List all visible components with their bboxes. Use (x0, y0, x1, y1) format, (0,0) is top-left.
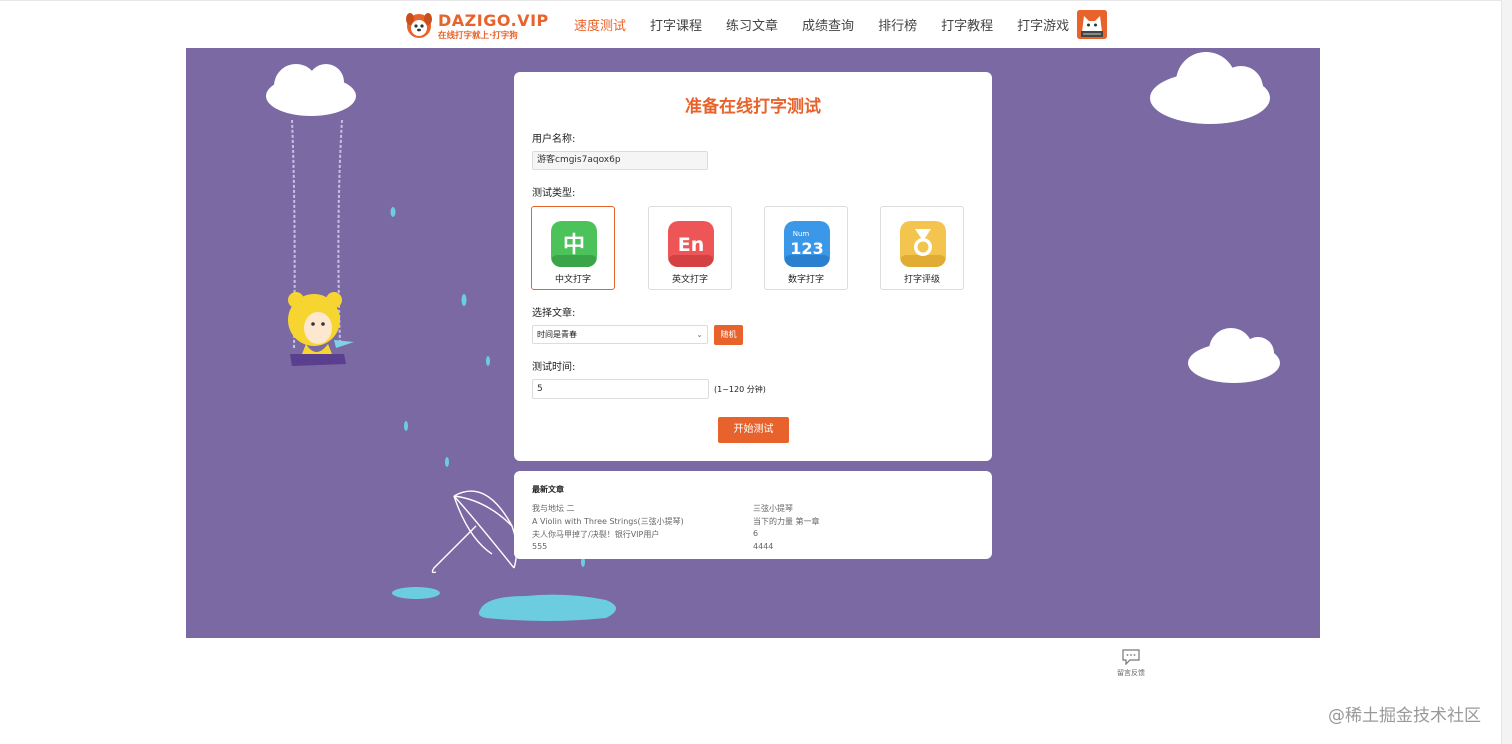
article-link[interactable]: 555 (532, 542, 547, 551)
watermark: @稀土掘金技术社区 (1328, 706, 1481, 726)
mascot-icon (288, 292, 354, 354)
test-type-label: 测试类型: (532, 188, 576, 199)
number-icon: Num 123 (784, 221, 830, 267)
article-link[interactable]: A Violin with Three Strings(三弦小提琴) (532, 516, 684, 527)
logo-slogan: 在线打字就上·打字狗 (438, 31, 518, 41)
time-input[interactable]: 5 (532, 379, 709, 399)
main-nav: 速度测试 打字课程 练习文章 成绩查询 排行榜 打字教程 打字游戏 (574, 15, 1093, 34)
feedback-button[interactable]: 留言反馈 (1110, 648, 1152, 682)
chat-icon (1122, 649, 1140, 665)
svg-text:Num: Num (793, 230, 810, 238)
start-test-button[interactable]: 开始测试 (718, 417, 789, 443)
type-english-label: 英文打字 (671, 275, 708, 285)
dog-logo-icon (406, 13, 432, 38)
avatar[interactable] (1077, 10, 1107, 39)
time-label: 测试时间: (532, 362, 576, 373)
latest-articles-title: 最新文章 (532, 485, 564, 494)
site-logo[interactable]: DAZIGO.VIP 在线打字就上·打字狗 (404, 9, 548, 43)
chinese-icon: 中 (551, 221, 597, 267)
username-label: 用户名称: (532, 134, 576, 145)
cat-avatar-icon (1077, 10, 1107, 39)
nav-speed-test[interactable]: 速度测试 (574, 15, 626, 34)
nav-ranking[interactable]: 排行榜 (878, 15, 917, 34)
type-number-label: 数字打字 (787, 275, 824, 285)
logo-text: DAZIGO.VIP (438, 11, 549, 30)
article-select-value: 时间是青春 (537, 330, 577, 339)
username-field[interactable]: 游客cmgis7aqox6p (532, 151, 708, 170)
random-article-button[interactable]: 随机 (714, 325, 743, 345)
nav-games[interactable]: 打字游戏 (1017, 15, 1069, 34)
type-chinese[interactable]: 中 中文打字 (531, 206, 615, 290)
article-link[interactable]: 三弦小提琴 (753, 503, 793, 514)
svg-text:中: 中 (563, 233, 585, 258)
latest-articles-card: 最新文章 我与地坛 二 A Violin with Three Strings(… (514, 471, 992, 559)
type-rating-label: 打字评级 (903, 275, 940, 285)
article-link[interactable]: 我与地坛 二 (532, 503, 575, 514)
feedback-label: 留言反馈 (1117, 669, 1145, 677)
nav-articles[interactable]: 练习文章 (726, 15, 778, 34)
page-title: 准备在线打字测试 (685, 97, 821, 117)
nav-results[interactable]: 成绩查询 (802, 15, 854, 34)
medal-icon (900, 221, 946, 267)
article-select[interactable]: 时间是青春 ⌄ (532, 325, 708, 344)
nav-tutorials[interactable]: 打字教程 (941, 15, 993, 34)
chevron-down-icon: ⌄ (696, 330, 703, 339)
test-setup-card: 准备在线打字测试 用户名称: 游客cmgis7aqox6p 测试类型: 中 中文… (514, 72, 992, 461)
svg-text:123: 123 (790, 239, 823, 258)
nav-courses[interactable]: 打字课程 (650, 15, 702, 34)
article-link[interactable]: 4444 (753, 542, 773, 551)
time-hint: (1~120 分钟) (714, 385, 766, 394)
type-number[interactable]: Num 123 数字打字 (764, 206, 848, 290)
article-link[interactable]: 6 (753, 529, 758, 538)
english-icon: En (668, 221, 714, 267)
article-link[interactable]: 夫人你马甲掉了/决裂！银行VIP用户 (532, 529, 659, 540)
type-rating[interactable]: 打字评级 (880, 206, 964, 290)
type-english[interactable]: En 英文打字 (648, 206, 732, 290)
umbrella-icon (431, 490, 518, 574)
svg-text:En: En (678, 234, 705, 256)
article-label: 选择文章: (532, 308, 576, 319)
article-link[interactable]: 当下的力量 第一章 (753, 516, 820, 527)
type-chinese-label: 中文打字 (554, 275, 591, 285)
scrollbar[interactable] (1501, 0, 1512, 744)
site-header: DAZIGO.VIP 在线打字就上·打字狗 速度测试 打字课程 练习文章 成绩查… (0, 1, 1500, 47)
